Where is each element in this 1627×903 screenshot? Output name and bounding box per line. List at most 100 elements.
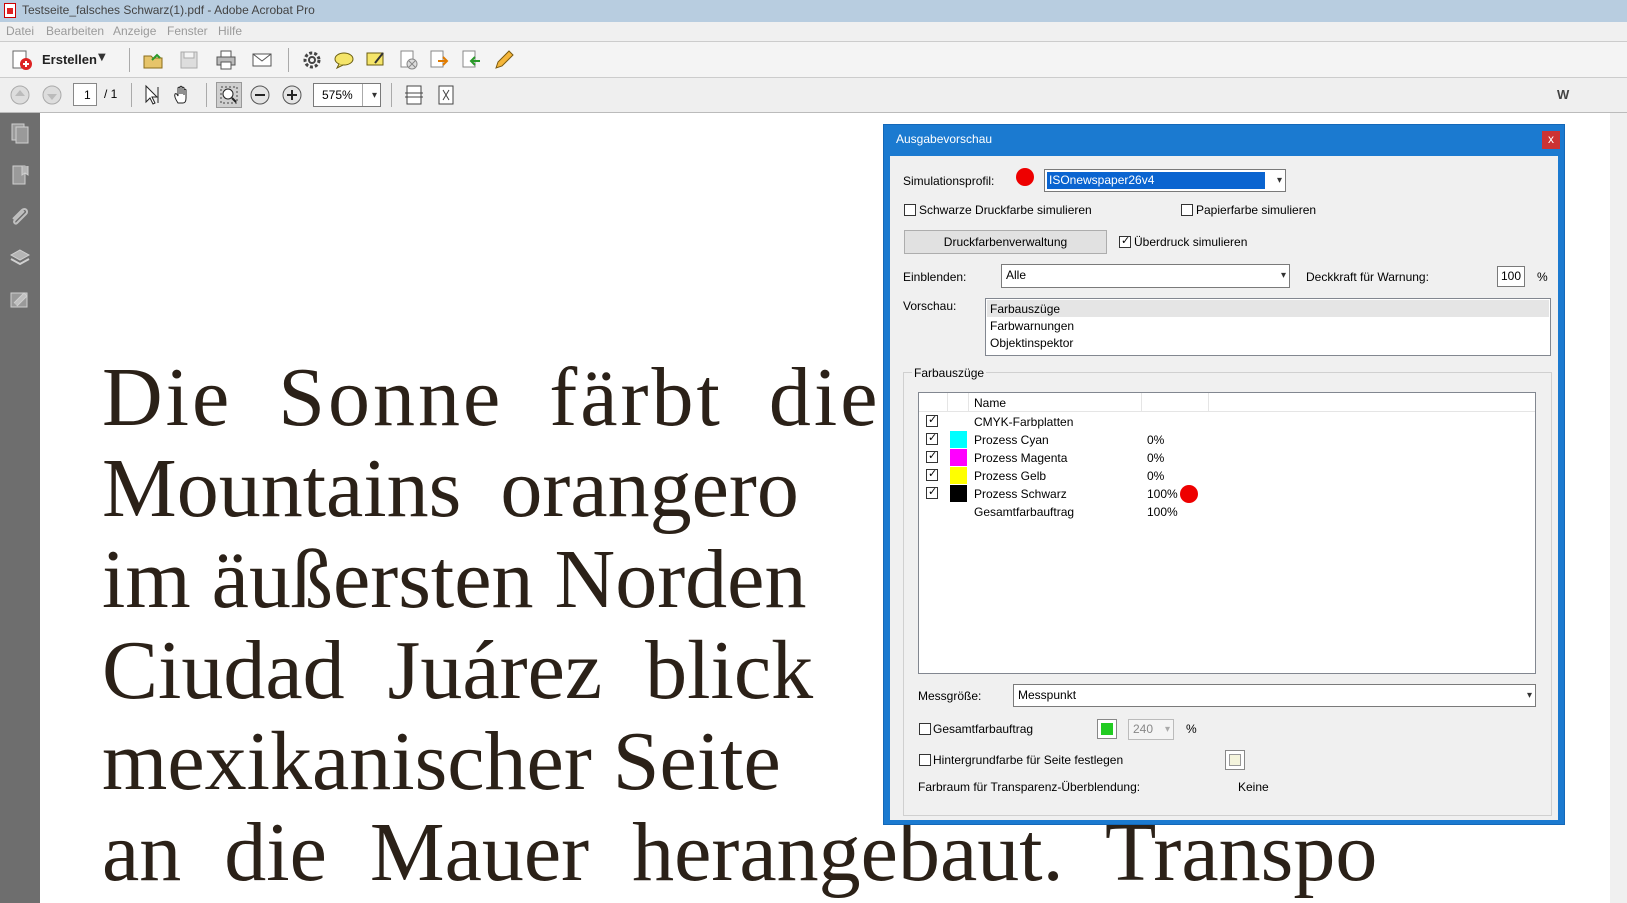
table-row: Prozess Schwarz 100% bbox=[919, 485, 1535, 503]
magenta-swatch bbox=[950, 449, 967, 466]
previous-page-icon[interactable] bbox=[9, 84, 31, 106]
delete-page-icon[interactable] bbox=[397, 49, 419, 71]
warning-opacity-input[interactable]: 100 bbox=[1497, 266, 1525, 287]
preview-option[interactable]: Objektinspektor bbox=[990, 336, 1073, 350]
red-marker bbox=[1016, 168, 1034, 186]
page-number-input[interactable]: 1 bbox=[73, 83, 97, 106]
paper-color-checkbox[interactable] bbox=[1181, 204, 1193, 216]
attachment-icon[interactable] bbox=[8, 205, 32, 229]
select-cursor-icon[interactable] bbox=[141, 84, 163, 106]
hand-tool-icon[interactable] bbox=[172, 84, 194, 106]
menu-fenster[interactable]: Fenster bbox=[167, 24, 208, 38]
preview-option[interactable]: Farbauszüge bbox=[990, 302, 1060, 316]
open-folder-icon[interactable] bbox=[142, 49, 164, 71]
document-text-line: im äußersten Norden bbox=[102, 533, 807, 626]
black-ink-checkbox[interactable] bbox=[904, 204, 916, 216]
gear-icon[interactable] bbox=[301, 49, 323, 71]
page-total: / 1 bbox=[104, 87, 118, 101]
separation-checkbox[interactable] bbox=[926, 431, 938, 445]
marquee-zoom-button[interactable] bbox=[216, 82, 242, 108]
fit-width-icon[interactable] bbox=[403, 84, 425, 106]
total-coverage-select[interactable]: 240 ▾ bbox=[1128, 719, 1174, 740]
bg-color-label: Hintergrundfarbe für Seite festlegen bbox=[933, 753, 1124, 767]
sample-size-value: Messpunkt bbox=[1018, 688, 1077, 702]
pencil-icon[interactable] bbox=[492, 49, 514, 71]
bookmark-icon[interactable] bbox=[8, 163, 32, 187]
save-icon[interactable] bbox=[178, 49, 200, 71]
total-coverage-value: 240 bbox=[1133, 722, 1154, 736]
blend-space-label: Farbraum für Transparenz-Überblendung: bbox=[918, 780, 1141, 794]
ink-manager-button[interactable]: Druckfarbenverwaltung bbox=[904, 230, 1107, 254]
separation-checkbox[interactable] bbox=[926, 449, 938, 463]
print-icon[interactable] bbox=[215, 49, 237, 71]
menu-bearbeiten[interactable]: Bearbeiten bbox=[46, 24, 104, 38]
preview-selected-row bbox=[987, 300, 1549, 317]
menu-bar: Datei Bearbeiten Anzeige Fenster Hilfe bbox=[0, 22, 1627, 41]
window-title: Testseite_falsches Schwarz(1).pdf - Adob… bbox=[22, 3, 315, 17]
separation-checkbox[interactable] bbox=[926, 485, 938, 499]
bg-color-button[interactable] bbox=[1225, 750, 1245, 770]
warning-opacity-value: 100 bbox=[1501, 269, 1522, 283]
chevron-down-icon: ▾ bbox=[1276, 175, 1282, 186]
pdf-file-icon bbox=[4, 3, 16, 18]
blend-space-value: Keine bbox=[1238, 780, 1269, 794]
separation-value: 0% bbox=[1147, 433, 1165, 447]
overprint-checkbox[interactable] bbox=[1119, 234, 1131, 248]
signature-icon[interactable] bbox=[8, 288, 32, 312]
separation-name: Prozess Magenta bbox=[974, 451, 1068, 465]
export-page-icon[interactable] bbox=[428, 49, 450, 71]
create-button[interactable]: Erstellen ▼ bbox=[8, 48, 118, 72]
show-value: Alle bbox=[1006, 268, 1027, 282]
page-thumbnails-icon[interactable] bbox=[8, 121, 32, 145]
show-select[interactable]: Alle ▾ bbox=[1001, 264, 1290, 288]
chevron-down-icon: ▾ bbox=[1164, 724, 1170, 735]
navigation-pane bbox=[0, 113, 40, 903]
chevron-down-icon: ▾ bbox=[1280, 270, 1286, 281]
zoom-out-icon[interactable] bbox=[249, 84, 271, 106]
total-coverage-checkbox[interactable] bbox=[919, 723, 931, 735]
email-icon[interactable] bbox=[251, 49, 273, 71]
next-page-icon[interactable] bbox=[41, 84, 63, 106]
chevron-down-icon: ▾ bbox=[1526, 690, 1532, 701]
chevron-down-icon: ▼ bbox=[98, 52, 106, 63]
separation-value: 0% bbox=[1147, 469, 1165, 483]
vertical-scrollbar[interactable] bbox=[1610, 113, 1627, 903]
separation-value: 100% bbox=[1147, 505, 1178, 519]
cyan-swatch bbox=[950, 431, 967, 448]
zoom-select[interactable]: 575% ▾ bbox=[313, 83, 381, 107]
document-text-line: Mountains orangero bbox=[102, 442, 799, 535]
menu-hilfe[interactable]: Hilfe bbox=[218, 24, 242, 38]
title-bar: Testseite_falsches Schwarz(1).pdf - Adob… bbox=[0, 0, 1627, 22]
layers-icon[interactable] bbox=[8, 246, 32, 270]
separations-table: Name CMYK-Farbplatten Prozess Cyan 0% Pr… bbox=[918, 392, 1536, 674]
zoom-in-icon[interactable] bbox=[281, 84, 303, 106]
sample-size-select[interactable]: Messpunkt ▾ bbox=[1013, 684, 1536, 707]
table-row: Prozess Magenta 0% bbox=[919, 449, 1535, 467]
coverage-color-swatch bbox=[1101, 723, 1113, 735]
separation-name: Gesamtfarbauftrag bbox=[974, 505, 1075, 519]
separation-checkbox[interactable] bbox=[926, 413, 938, 427]
highlight-comment-icon[interactable] bbox=[365, 49, 387, 71]
close-button[interactable]: x bbox=[1542, 131, 1560, 149]
menu-anzeige[interactable]: Anzeige bbox=[113, 24, 156, 38]
separation-value: 100% bbox=[1147, 487, 1178, 501]
simulation-profile-select[interactable]: ISOnewspaper26v4 ▾ bbox=[1044, 169, 1286, 192]
bg-color-checkbox[interactable] bbox=[919, 754, 931, 766]
warning-opacity-percent: % bbox=[1537, 270, 1548, 284]
separation-checkbox[interactable] bbox=[926, 467, 938, 481]
separation-name: Prozess Cyan bbox=[974, 433, 1049, 447]
fit-page-icon[interactable] bbox=[435, 84, 457, 106]
preview-option[interactable]: Farbwarnungen bbox=[990, 319, 1074, 333]
total-coverage-percent: % bbox=[1186, 722, 1197, 736]
zoom-value: 575% bbox=[322, 88, 353, 102]
warning-opacity-label: Deckkraft für Warnung: bbox=[1306, 270, 1429, 284]
menu-datei[interactable]: Datei bbox=[6, 24, 34, 38]
import-page-icon[interactable] bbox=[460, 49, 482, 71]
separations-group-label: Farbauszüge bbox=[912, 366, 987, 380]
bg-color-swatch bbox=[1229, 754, 1241, 766]
coverage-color-button[interactable] bbox=[1097, 719, 1117, 739]
comment-icon[interactable] bbox=[333, 49, 355, 71]
document-text-line: Ciudad Juárez blick bbox=[102, 624, 814, 717]
table-row: CMYK-Farbplatten bbox=[919, 413, 1535, 431]
sample-size-label: Messgröße: bbox=[918, 689, 982, 703]
